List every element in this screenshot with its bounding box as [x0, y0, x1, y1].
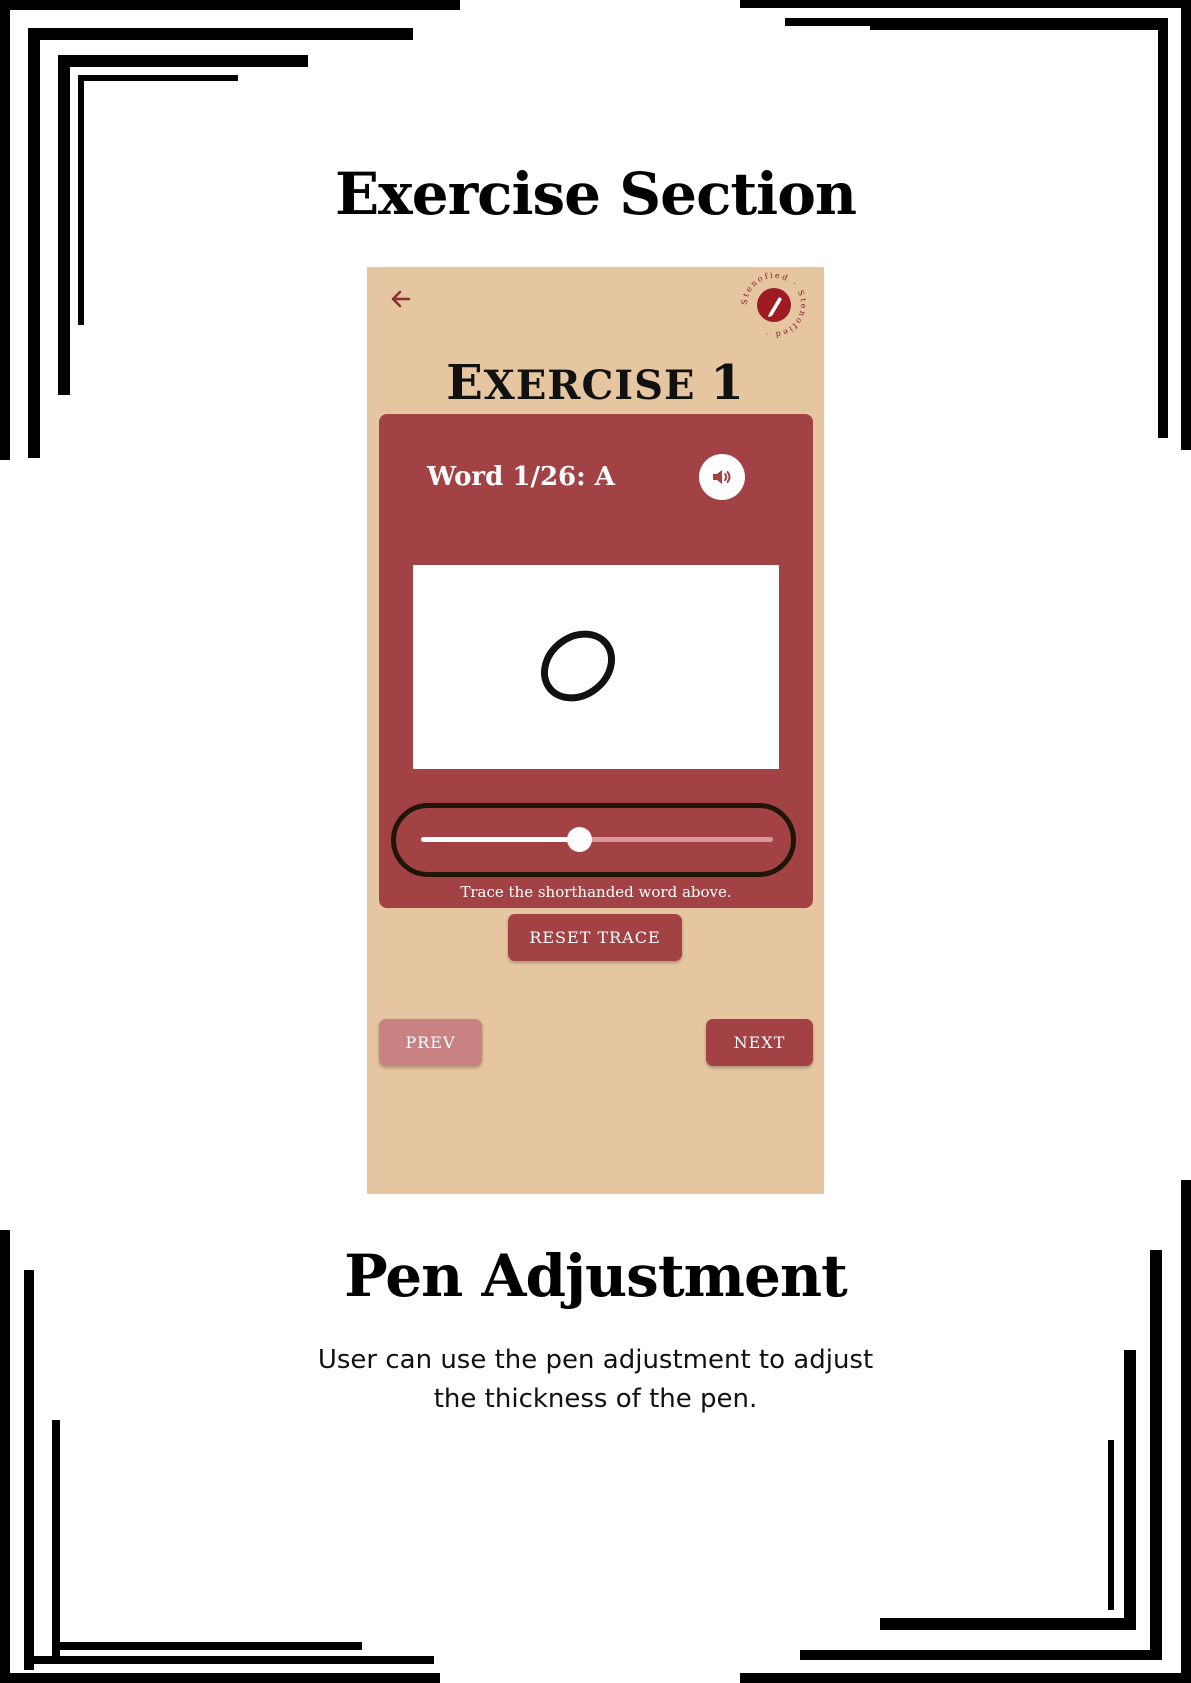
description-line-2: the thickness of the pen.: [433, 1384, 758, 1414]
arrow-left-icon: [391, 290, 411, 308]
next-button[interactable]: NEXT: [706, 1019, 813, 1066]
description-text: User can use the pen adjustment to adjus…: [300, 1341, 891, 1419]
prev-button[interactable]: PREV: [379, 1019, 482, 1066]
trace-hint: Trace the shorthanded word above.: [460, 883, 732, 901]
section-subheading: Pen Adjustment: [344, 1242, 848, 1310]
shorthand-stroke: [540, 630, 616, 702]
back-button[interactable]: [387, 285, 415, 313]
trace-canvas[interactable]: [413, 565, 779, 769]
pen-thickness-slider[interactable]: [421, 827, 773, 852]
exercise-title: EXERCISE 1: [446, 355, 745, 411]
exercise-card: Word 1/26: A Trace the shorthanded word …: [379, 414, 813, 908]
page-heading: Exercise Section: [334, 160, 857, 228]
slider-thumb[interactable]: [567, 827, 593, 852]
reset-trace-button[interactable]: RESET TRACE: [508, 914, 682, 961]
slider-fill: [421, 837, 580, 842]
pen-adjustment-highlight: [391, 803, 796, 877]
speaker-icon: [713, 470, 731, 484]
description-line-1: User can use the pen adjustment to adjus…: [317, 1345, 874, 1375]
stenofied-logo: Stenofied · Stenofied ·: [740, 271, 807, 339]
phone-screenshot: Stenofied · Stenofied · EXERCISE 1 Word …: [367, 267, 824, 1194]
word-label: Word 1/26: A: [427, 462, 615, 492]
play-sound-button[interactable]: [699, 454, 745, 500]
